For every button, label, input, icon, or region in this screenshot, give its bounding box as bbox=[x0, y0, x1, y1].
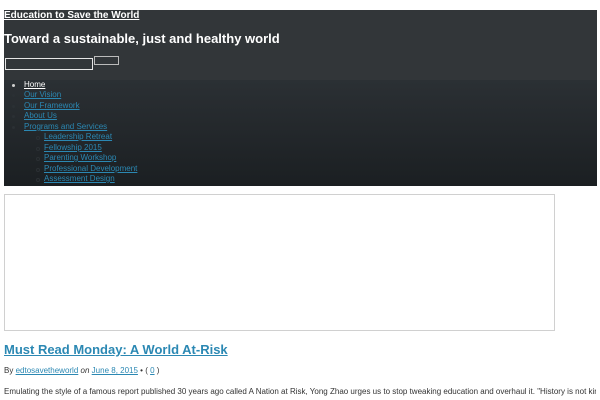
nav-subbullet-icon bbox=[36, 136, 40, 140]
nav-bullet-icon bbox=[12, 105, 15, 108]
nav-link-parenting-workshop[interactable]: Parenting Workshop bbox=[44, 153, 116, 163]
post-comments-prefix: • ( bbox=[140, 366, 148, 375]
nav-bullet-icon bbox=[12, 94, 15, 97]
nav-link-assessment-design[interactable]: Assessment Design bbox=[44, 174, 115, 184]
nav-link-fellowship-2015[interactable]: Fellowship 2015 bbox=[44, 143, 102, 153]
post-title-link[interactable]: Must Read Monday: A World At-Risk bbox=[4, 342, 228, 358]
nav-subbullet-icon bbox=[36, 168, 40, 172]
nav-link-programs-and-services[interactable]: Programs and Services bbox=[24, 122, 107, 132]
nav-link-about-us[interactable]: About Us bbox=[24, 111, 57, 121]
post-by-label: By bbox=[4, 366, 14, 375]
search-button[interactable] bbox=[94, 56, 119, 65]
post-excerpt: Emulating the style of a famous report p… bbox=[4, 386, 596, 398]
nav-link-home[interactable]: Home bbox=[24, 80, 45, 90]
post-on-label: on bbox=[80, 366, 90, 375]
search-input[interactable] bbox=[5, 58, 93, 70]
nav-link-professional-development[interactable]: Professional Development bbox=[44, 164, 137, 174]
post-excerpt-text: Emulating the style of a famous report p… bbox=[4, 387, 596, 396]
nav-bullet-icon bbox=[12, 115, 15, 118]
nav-subbullet-icon bbox=[36, 147, 40, 151]
nav-subbullet-icon bbox=[36, 178, 40, 182]
site-header: Education to Save the World Toward a sus… bbox=[4, 10, 597, 80]
post-comments-suffix: ) bbox=[156, 366, 160, 375]
post-comments-link[interactable]: 0 bbox=[150, 366, 154, 375]
post-meta: By edtosavetheworld on June 8, 2015 • ( … bbox=[4, 366, 159, 376]
site-title-link[interactable]: Education to Save the World bbox=[4, 10, 139, 22]
nav-link-leadership-retreat[interactable]: Leadership Retreat bbox=[44, 132, 112, 142]
nav-bullet-icon bbox=[12, 126, 15, 129]
featured-image-frame bbox=[4, 194, 555, 331]
nav-link-our-vision[interactable]: Our Vision bbox=[24, 90, 61, 100]
post-author-link[interactable]: edtosavetheworld bbox=[16, 366, 79, 375]
main-navigation: Home Our Vision Our Framework About Us P… bbox=[4, 80, 597, 186]
nav-link-our-framework[interactable]: Our Framework bbox=[24, 101, 80, 111]
nav-bullet-icon bbox=[12, 84, 15, 87]
nav-subbullet-icon bbox=[36, 157, 40, 161]
post-date-link[interactable]: June 8, 2015 bbox=[92, 366, 138, 375]
site-tagline: Toward a sustainable, just and healthy w… bbox=[4, 31, 280, 46]
